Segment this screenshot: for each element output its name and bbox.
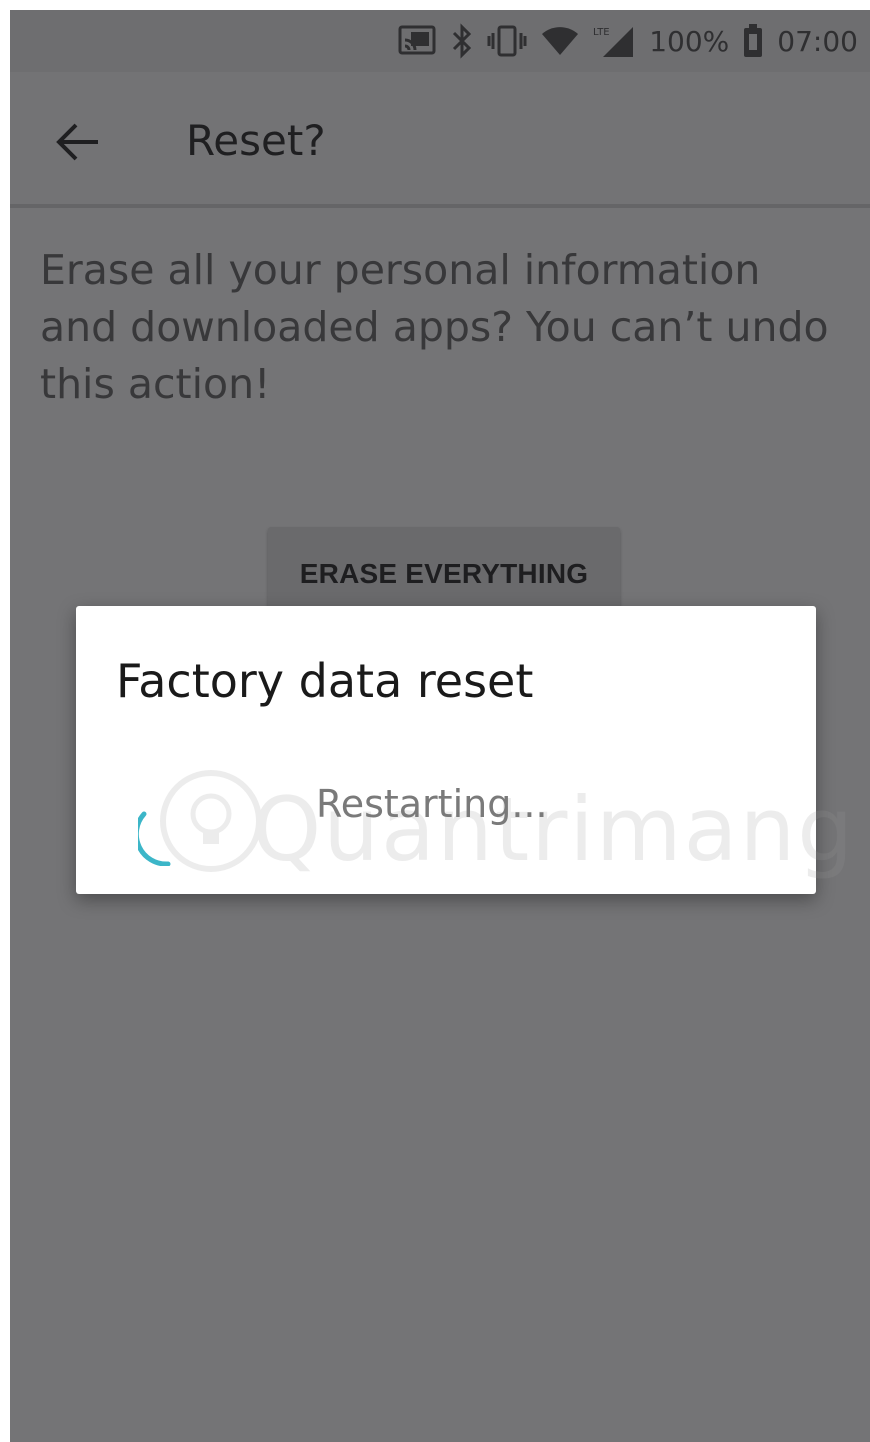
battery-percent: 100% [649,24,730,58]
wifi-icon [541,21,579,61]
cast-icon [397,21,437,61]
page-title: Reset? [186,116,326,165]
vibrate-icon [487,21,527,61]
status-bar: LTE 100% 07:00 [10,10,870,72]
app-bar: Reset? [10,72,870,208]
back-button[interactable] [40,104,116,180]
dialog-title: Factory data reset [116,654,534,708]
bluetooth-icon [451,21,473,61]
clock-time: 07:00 [777,24,858,58]
progress-spinner [138,811,171,866]
lte-signal-icon: LTE [593,21,635,61]
battery-icon [743,21,763,61]
dialog-message: Restarting... [316,782,548,826]
phone-screen: LTE 100% 07:00 Reset? Erase all your per… [10,10,870,1442]
reset-description: Erase all your personal information and … [40,246,829,408]
svg-text:LTE: LTE [593,27,610,38]
watermark: Quantrimang [156,756,853,896]
factory-reset-dialog: Quantrimang Factory data reset Restartin… [76,606,853,896]
arrow-left-icon [56,123,98,161]
